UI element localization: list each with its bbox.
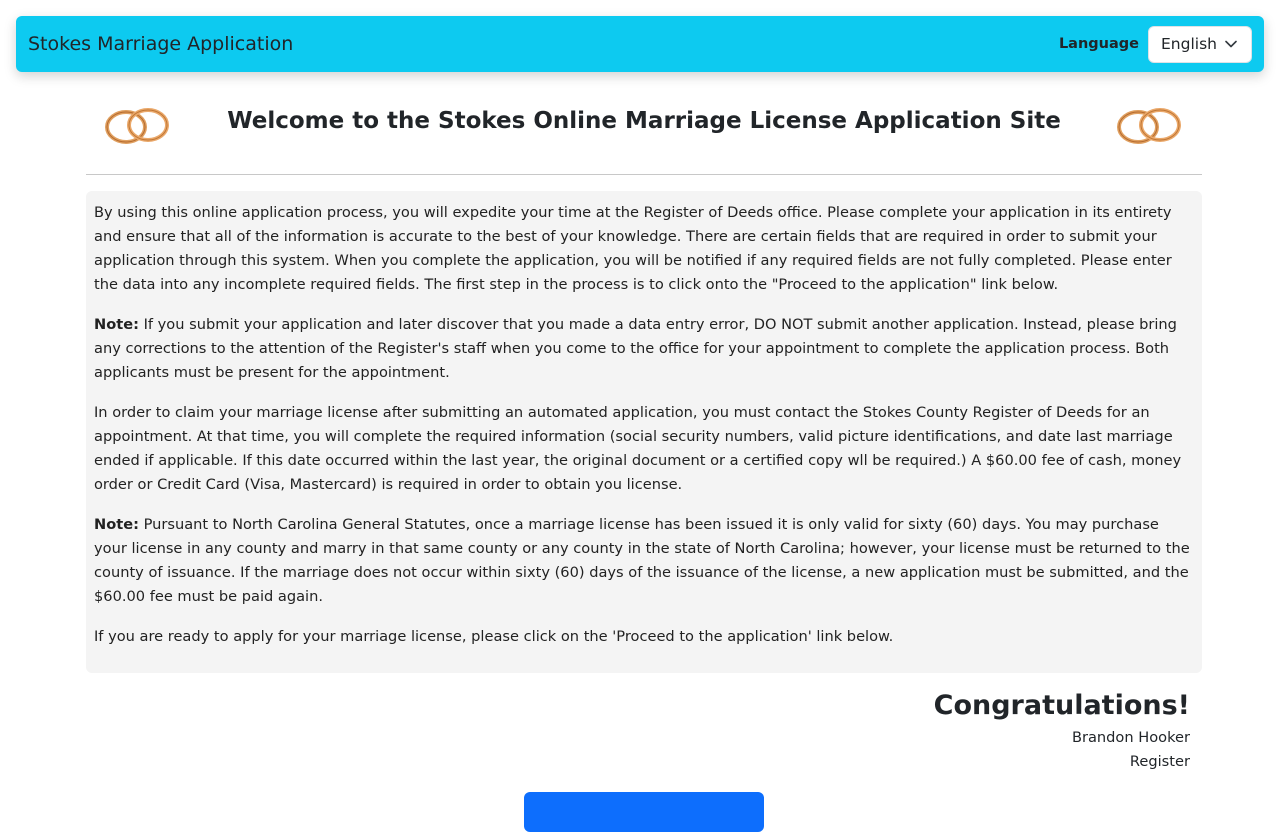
instructions-paragraph-1: By using this online application process…: [94, 204, 1172, 293]
page-title: Welcome to the Stokes Online Marriage Li…: [227, 108, 1061, 134]
congratulations-heading: Congratulations!: [933, 690, 1190, 721]
note-label: Note:: [94, 316, 139, 333]
instructions-paragraph-2: Note: If you submit your application and…: [94, 313, 1194, 385]
note-text-2: Pursuant to North Carolina General Statu…: [94, 516, 1190, 605]
page-header: Welcome to the Stokes Online Marriage Li…: [86, 96, 1202, 175]
instructions-panel: By using this online application process…: [86, 191, 1202, 673]
wedding-rings-icon: [1117, 108, 1181, 144]
language-select[interactable]: English: [1148, 25, 1252, 63]
language-label: Language: [1058, 36, 1139, 52]
instructions-paragraph-5: If you are ready to apply for your marri…: [94, 628, 894, 645]
chevron-down-icon: [1225, 40, 1237, 48]
navbar: Stokes Marriage Application Language Eng…: [16, 16, 1264, 72]
language-select-value: English: [1161, 35, 1217, 53]
navbar-brand[interactable]: Stokes Marriage Application: [28, 33, 293, 55]
register-name: Brandon Hooker: [1071, 729, 1190, 746]
instructions-paragraph-3: In order to claim your marriage license …: [94, 404, 1182, 493]
instructions-paragraph-4: Note: Pursuant to North Carolina General…: [94, 513, 1194, 609]
note-text-1: If you submit your application and later…: [94, 316, 1177, 381]
language-group: Language English: [1058, 25, 1252, 63]
proceed-button[interactable]: [524, 792, 764, 832]
note-label: Note:: [94, 516, 139, 533]
congratulations-block: Congratulations! Brandon Hooker Register: [934, 686, 1190, 774]
register-role: Register: [1129, 753, 1190, 770]
